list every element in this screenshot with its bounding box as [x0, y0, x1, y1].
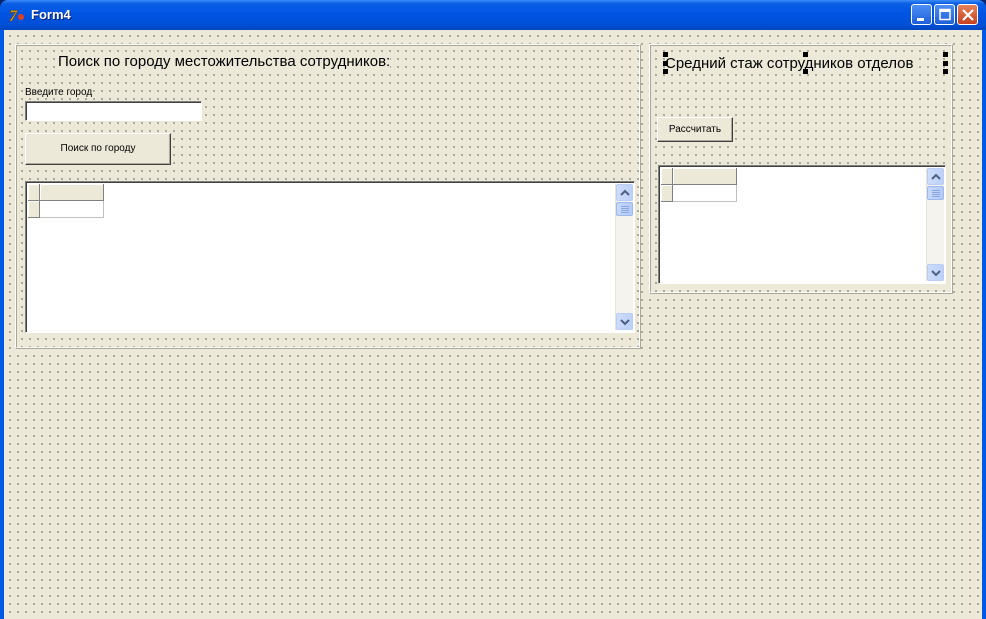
scroll-thumb[interactable] [616, 202, 633, 216]
chevron-up-icon [620, 189, 630, 196]
city-search-panel: Поиск по городу местожительства сотрудни… [15, 44, 641, 349]
minimize-icon [917, 18, 924, 21]
grid-row-indicator[interactable] [661, 185, 673, 202]
maximize-button[interactable] [934, 4, 955, 25]
selection-handle[interactable] [943, 61, 948, 66]
grid-column-header[interactable] [40, 184, 104, 201]
grid-corner-cell [28, 184, 40, 201]
chevron-up-icon [931, 173, 941, 180]
selection-handle[interactable] [663, 69, 668, 74]
selection-handle[interactable] [943, 69, 948, 74]
grid-corner-cell [661, 168, 673, 185]
grid-data-cell[interactable] [673, 185, 737, 202]
title-bar[interactable]: 7 Form4 [0, 0, 986, 30]
grid-data-cell[interactable] [40, 201, 104, 218]
scroll-down-button[interactable] [616, 313, 633, 330]
close-icon [962, 9, 974, 21]
city-search-heading: Поиск по городу местожительства сотрудни… [58, 53, 391, 70]
form-client-area: Поиск по городу местожительства сотрудни… [4, 30, 982, 619]
grid-vertical-scrollbar[interactable] [926, 168, 944, 281]
scroll-thumb[interactable] [927, 186, 944, 200]
chevron-down-icon [931, 270, 941, 277]
chevron-down-icon [620, 319, 630, 326]
scroll-up-button[interactable] [616, 184, 633, 201]
search-by-city-button[interactable]: Поиск по городу [25, 133, 171, 165]
city-label: Введите город [25, 87, 93, 98]
delphi-7-icon: 7 [8, 6, 26, 25]
minimize-button[interactable] [911, 4, 932, 25]
scroll-up-button[interactable] [927, 168, 944, 185]
grid-column-header[interactable] [673, 168, 737, 185]
window-title: Form4 [31, 7, 71, 22]
selection-handle[interactable] [663, 52, 668, 57]
close-button[interactable] [957, 4, 978, 25]
maximize-icon [939, 8, 951, 21]
experience-grid[interactable] [658, 165, 946, 284]
grid-row-indicator[interactable] [28, 201, 40, 218]
form4-window: 7 Form4 Поиск по городу местожительства … [0, 0, 986, 619]
experience-heading[interactable]: Средний стаж сотрудников отделов [665, 55, 914, 72]
scroll-down-button[interactable] [927, 264, 944, 281]
city-input[interactable] [25, 101, 202, 121]
experience-panel: Средний стаж сотрудников отделов Рассчит… [649, 44, 953, 294]
svg-text:7: 7 [9, 8, 18, 24]
calculate-button[interactable]: Рассчитать [657, 117, 733, 142]
employees-grid[interactable] [25, 181, 635, 333]
grid-vertical-scrollbar[interactable] [615, 184, 633, 330]
selection-handle[interactable] [803, 52, 808, 57]
selection-handle[interactable] [663, 61, 668, 66]
selection-handle[interactable] [803, 69, 808, 74]
selection-handle[interactable] [943, 52, 948, 57]
